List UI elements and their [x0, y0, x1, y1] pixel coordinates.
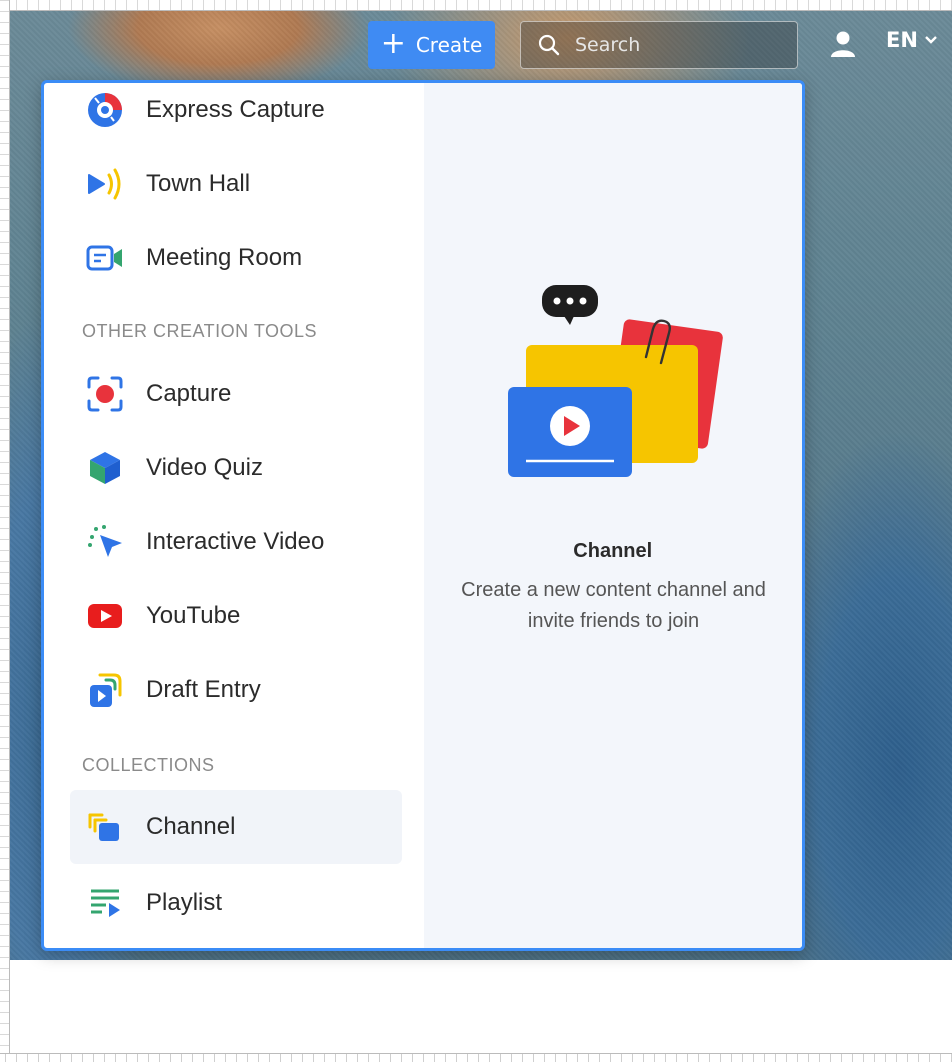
- menu-item-meeting-room[interactable]: Meeting Room: [70, 222, 402, 294]
- menu-item-label: Video Quiz: [146, 454, 263, 481]
- express-capture-icon: [86, 91, 124, 129]
- menu-item-video-quiz[interactable]: Video Quiz: [70, 432, 402, 504]
- menu-item-playlist[interactable]: Playlist: [70, 867, 402, 939]
- town-hall-icon: [86, 165, 124, 203]
- playlist-icon: [86, 884, 124, 922]
- menu-item-label: Town Hall: [146, 170, 251, 197]
- meeting-room-icon: [86, 239, 124, 277]
- menu-item-express-capture[interactable]: Express Capture: [70, 83, 402, 146]
- video-quiz-icon: [86, 449, 124, 487]
- menu-item-label: Meeting Room: [146, 244, 303, 271]
- preview-title: Channel: [573, 540, 653, 562]
- language-label: EN: [886, 28, 918, 52]
- channel-illustration-icon: [507, 285, 723, 477]
- chevron-down-icon: [925, 36, 937, 44]
- menu-item-town-hall[interactable]: Town Hall: [70, 148, 402, 220]
- menu-item-label: Capture: [146, 380, 232, 407]
- page-edge-left: [0, 0, 10, 1062]
- search-input[interactable]: [573, 33, 777, 57]
- interactive-video-icon: [86, 523, 124, 561]
- menu-item-label: Draft Entry: [146, 676, 261, 703]
- section-heading-other-tools: OTHER CREATION TOOLS: [82, 321, 318, 341]
- menu-item-capture[interactable]: Capture: [70, 358, 402, 430]
- youtube-icon: [86, 597, 124, 635]
- search-icon: [538, 34, 560, 56]
- menu-item-channel[interactable]: Channel: [70, 790, 402, 864]
- search-box[interactable]: [520, 21, 798, 69]
- preview-description: Create a new content channel and invite …: [461, 579, 766, 632]
- plus-icon: +: [380, 25, 406, 61]
- menu-item-interactive-video[interactable]: Interactive Video: [70, 506, 402, 578]
- menu-item-youtube[interactable]: YouTube: [70, 580, 402, 652]
- channel-icon: [86, 808, 124, 846]
- menu-item-label: Channel: [146, 813, 236, 840]
- preview-pane: Channel Create a new content channel and…: [423, 83, 802, 948]
- menu-item-label: Express Capture: [146, 96, 325, 123]
- section-heading-collections: COLLECTIONS: [82, 755, 215, 775]
- menu-item-label: YouTube: [146, 602, 241, 629]
- draft-entry-icon: [86, 671, 124, 709]
- language-selector[interactable]: EN: [886, 28, 938, 52]
- page-edge-bottom: [0, 1053, 952, 1062]
- page-edge-top: [0, 0, 952, 11]
- menu-item-label: Playlist: [146, 889, 223, 916]
- menu-item-label: Interactive Video: [146, 528, 325, 555]
- create-button-label: Create: [415, 33, 483, 57]
- user-icon[interactable]: [830, 30, 856, 58]
- create-button[interactable]: + Create: [368, 21, 495, 69]
- capture-icon: [86, 375, 124, 413]
- menu-item-draft-entry[interactable]: Draft Entry: [70, 654, 402, 726]
- create-menu-dropdown: Express Capture Town Hall Meeting Room O…: [41, 80, 805, 951]
- create-menu-list: Express Capture Town Hall Meeting Room O…: [44, 83, 424, 948]
